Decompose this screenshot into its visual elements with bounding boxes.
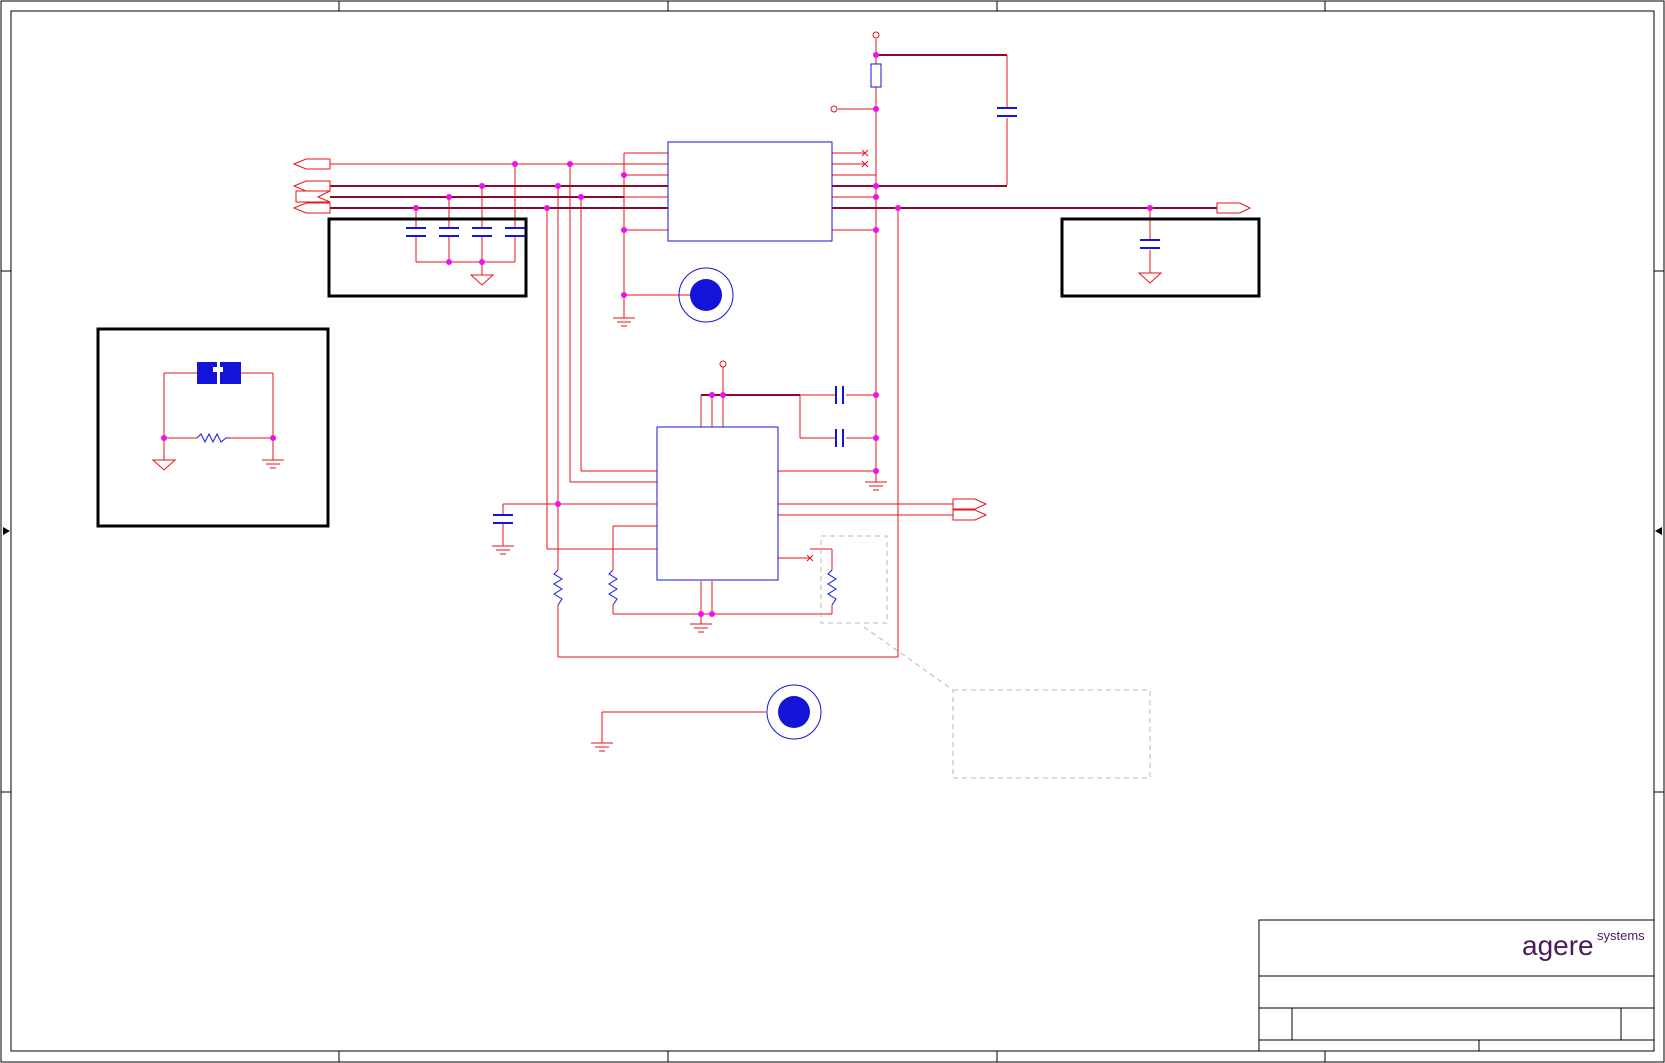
ground-tie-jumper — [197, 362, 241, 384]
resistor-r1 — [870, 63, 882, 88]
resistor-r4 — [827, 569, 837, 606]
power-port-1 — [872, 31, 880, 39]
resistor-r3 — [608, 569, 618, 606]
resistor-r5 — [196, 432, 230, 444]
output-filter-block — [1060, 217, 1261, 298]
port-right-2 — [952, 498, 988, 510]
ics — [656, 141, 833, 581]
ic-u2-body — [656, 426, 779, 581]
mounting-hole-2 — [766, 684, 822, 740]
bypass-cap-block — [327, 217, 528, 298]
resistor-r2 — [553, 569, 563, 606]
note-box — [952, 689, 1151, 779]
power-port-2 — [830, 105, 838, 113]
schematic-sheet: agere systems — [0, 0, 1665, 1063]
port-left-2 — [292, 180, 331, 192]
ic-u1-body — [667, 141, 833, 242]
signal-wires — [163, 39, 1151, 743]
port-left-3 — [295, 190, 331, 203]
agere-logo: agere systems — [1522, 928, 1645, 961]
center-arrow-right — [1655, 527, 1662, 535]
port-right-3 — [952, 509, 988, 521]
logo-brand: agere — [1522, 930, 1594, 961]
logo-suffix: systems — [1597, 928, 1645, 943]
power-port-3 — [719, 360, 727, 368]
chassis-ground-icon — [262, 317, 887, 752]
port-left-1 — [292, 158, 331, 170]
port-left-4 — [292, 202, 331, 214]
title-block — [1258, 919, 1655, 1052]
ground-tie-block — [96, 327, 330, 528]
center-arrow-left — [3, 527, 10, 535]
port-right-1 — [1216, 202, 1252, 214]
